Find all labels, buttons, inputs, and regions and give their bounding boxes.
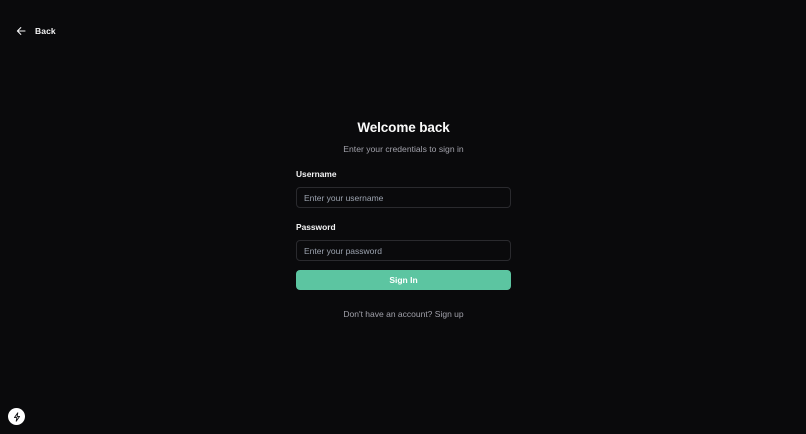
- username-label: Username: [296, 169, 337, 179]
- lightning-bolt-icon: [12, 411, 22, 422]
- signup-prompt-text: Don't have an account?: [343, 309, 433, 319]
- page-subtitle: Enter your credentials to sign in: [343, 144, 464, 154]
- password-input[interactable]: [296, 240, 511, 261]
- username-input[interactable]: [296, 187, 511, 208]
- dev-tools-badge[interactable]: [8, 408, 25, 425]
- back-label: Back: [35, 26, 56, 36]
- back-button[interactable]: Back: [16, 22, 56, 40]
- signup-prompt-row: Don't have an account? Sign up: [296, 308, 511, 320]
- sign-in-button[interactable]: Sign In: [296, 270, 511, 290]
- sign-up-link[interactable]: Sign up: [435, 309, 464, 319]
- password-label: Password: [296, 222, 336, 232]
- arrow-left-icon: [16, 26, 26, 36]
- sign-in-page: Back Welcome back Enter your credentials…: [0, 0, 806, 434]
- sign-in-form: Welcome back Enter your credentials to s…: [296, 118, 511, 320]
- page-title: Welcome back: [357, 120, 450, 135]
